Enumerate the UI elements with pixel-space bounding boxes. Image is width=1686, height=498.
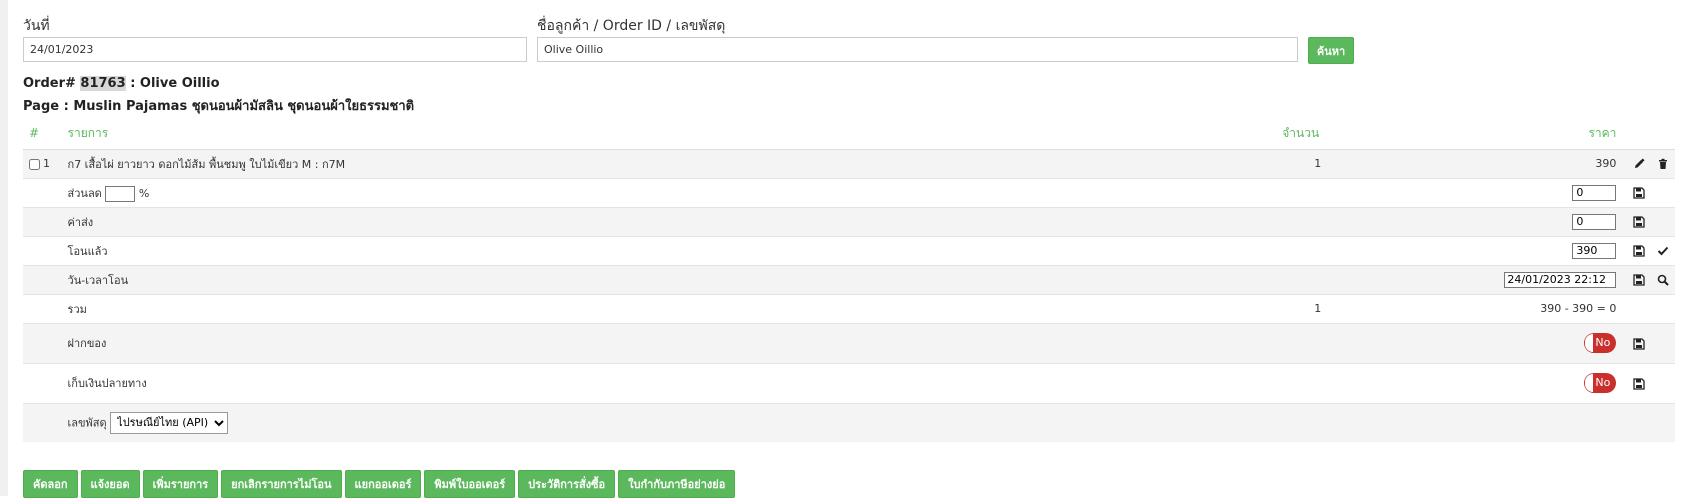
carrier-select[interactable]: ไปรษณีย์ไทย (API) [110, 411, 229, 434]
edit-pencil-icon[interactable] [1633, 158, 1645, 170]
search-query-input[interactable] [537, 37, 1298, 62]
item-row: 1 ก7 เสื้อไผ่ ยาวยาว ดอกไม้ส้ม พื้นชมพู … [23, 148, 1675, 178]
order-customer: : Olive Oillio [130, 76, 220, 91]
add-item-button[interactable]: เพิ่มรายการ [142, 470, 219, 498]
header-price: ราคา [1342, 118, 1627, 150]
save-floppy-icon[interactable] [1632, 245, 1645, 257]
transfer-time-label: วัน-เวลาโอน [67, 264, 1283, 294]
tracking-label: เลขพัสดุ [67, 416, 107, 430]
print-order-button[interactable]: พิมพ์ใบออเดอร์ [424, 470, 516, 498]
trash-icon[interactable] [1657, 158, 1669, 170]
cod-toggle-text: No [1595, 376, 1611, 389]
split-order-button[interactable]: แยกออเดอร์ [344, 470, 422, 498]
tracking-row: เลขพัสดุ ไปรษณีย์ไทย (API) [23, 402, 1675, 442]
deposit-toggle[interactable]: No [1584, 333, 1617, 353]
transferred-label: โอนแล้ว [67, 235, 1283, 265]
save-floppy-icon[interactable] [1632, 216, 1645, 228]
order-prefix: Order# [23, 76, 76, 91]
percent-sign: % [138, 186, 150, 200]
cancel-untransferred-button[interactable]: ยกเลิกรายการไม่โอน [221, 470, 342, 498]
item-name: ก7 เสื้อไผ่ ยาวยาว ดอกไม้ส้ม พื้นชมพู ใบ… [67, 148, 1283, 178]
deposit-label: ฝากของ [67, 322, 1283, 363]
action-button-bar: คัดลอก แจ้งยอด เพิ่มรายการ ยกเลิกรายการไ… [23, 470, 736, 498]
discount-label: ส่วนลด [67, 186, 102, 200]
transfer-time-input[interactable] [1504, 271, 1617, 288]
shipping-value-input[interactable] [1572, 213, 1617, 230]
save-floppy-icon[interactable] [1632, 337, 1645, 350]
header-num: # [23, 118, 68, 150]
search-button[interactable]: ค้นหา [1308, 37, 1354, 64]
tax-invoice-button[interactable]: ใบกำกับภาษีอย่างย่อ [618, 470, 736, 498]
shipping-row: ค่าส่ง [23, 206, 1675, 236]
search-icon[interactable] [1657, 274, 1669, 286]
date-label: วันที่ [23, 18, 50, 34]
deposit-toggle-text: No [1595, 336, 1611, 349]
cod-row: เก็บเงินปลายทาง No [23, 362, 1675, 403]
save-floppy-icon[interactable] [1632, 377, 1645, 390]
notify-total-button[interactable]: แจ้งยอด [80, 470, 140, 498]
cod-label: เก็บเงินปลายทาง [67, 362, 1283, 403]
order-history-button[interactable]: ประวัติการสั่งซื้อ [518, 470, 616, 498]
item-price: 390 [1342, 148, 1627, 178]
discount-value-input[interactable] [1572, 184, 1617, 201]
order-items-table: # รายการ จำนวน ราคา 1 ก7 เสื้อไผ่ ยาวยาว… [23, 118, 1675, 442]
item-checkbox[interactable] [29, 158, 40, 170]
deposit-row: ฝากของ No [23, 322, 1675, 363]
left-edge-strip [0, 0, 8, 496]
query-label: ชื่อลูกค้า / Order ID / เลขพัสดุ [537, 18, 726, 34]
total-value: 390 - 390 = 0 [1342, 293, 1627, 323]
header-qty: จำนวน [1282, 118, 1343, 150]
order-id: 81763 [80, 76, 126, 91]
save-floppy-icon[interactable] [1632, 274, 1645, 286]
transferred-row: โอนแล้ว [23, 235, 1675, 265]
shipping-label: ค่าส่ง [67, 206, 1283, 236]
transfer-time-row: วัน-เวลาโอน [23, 264, 1675, 294]
total-row: รวม 1 390 - 390 = 0 [23, 293, 1675, 323]
item-num: 1 [43, 157, 50, 170]
discount-percent-input[interactable] [105, 185, 136, 202]
check-icon[interactable] [1657, 245, 1669, 257]
header-item: รายการ [67, 118, 1283, 150]
cod-toggle[interactable]: No [1584, 373, 1617, 393]
transferred-value-input[interactable] [1572, 242, 1617, 259]
order-title: Order# 81763 : Olive Oillio [23, 76, 220, 91]
discount-row: ส่วนลด % [23, 177, 1675, 207]
item-qty: 1 [1282, 148, 1343, 178]
save-floppy-icon[interactable] [1632, 187, 1645, 199]
total-label: รวม [67, 293, 1283, 323]
total-qty: 1 [1282, 293, 1343, 323]
date-input[interactable] [23, 37, 527, 62]
copy-button[interactable]: คัดลอก [23, 470, 78, 498]
page-title: Page : Muslin Pajamas ชุดนอนผ้ามัสลิน ชุ… [23, 99, 415, 114]
